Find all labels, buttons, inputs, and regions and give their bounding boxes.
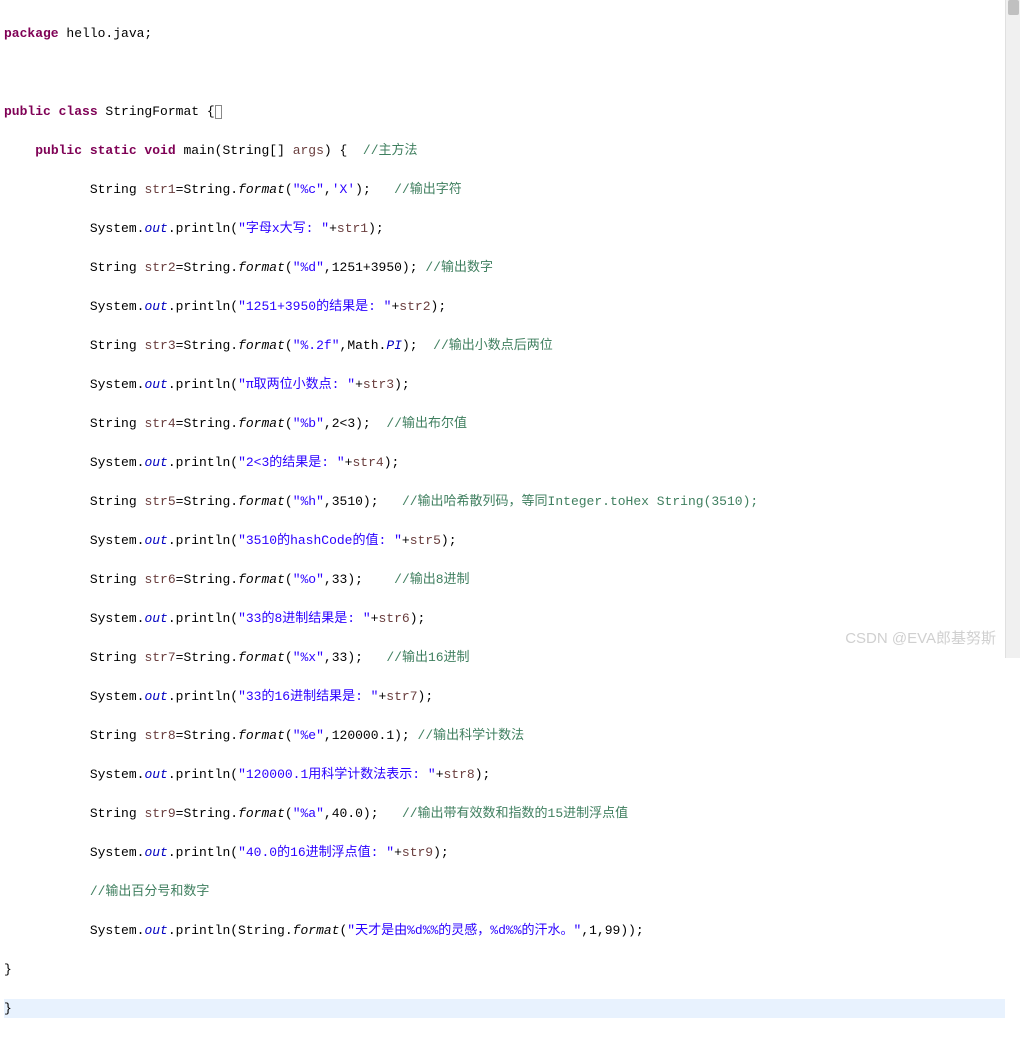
scrollbar-thumb[interactable] bbox=[1008, 0, 1019, 15]
code-line[interactable]: System.out.println("120000.1用科学计数法表示: "+… bbox=[4, 765, 1005, 785]
code-line[interactable]: String str6=String.format("%o",33); //输出… bbox=[4, 570, 1005, 590]
code-line[interactable]: String str3=String.format("%.2f",Math.PI… bbox=[4, 336, 1005, 356]
code-line[interactable]: String str7=String.format("%x",33); //输出… bbox=[4, 648, 1005, 668]
code-line[interactable]: System.out.println("1251+3950的结果是: "+str… bbox=[4, 297, 1005, 317]
code-line[interactable]: package hello.java; bbox=[4, 24, 1005, 44]
code-line[interactable]: String str4=String.format("%b",2<3); //输… bbox=[4, 414, 1005, 434]
code-line[interactable]: String str8=String.format("%e",120000.1)… bbox=[4, 726, 1005, 746]
code-editor[interactable]: package hello.java; public class StringF… bbox=[0, 0, 1005, 1042]
code-line[interactable]: public static void main(String[] args) {… bbox=[4, 141, 1005, 161]
code-line[interactable]: System.out.println("π取两位小数点: "+str3); bbox=[4, 375, 1005, 395]
code-line[interactable]: String str5=String.format("%h",3510); //… bbox=[4, 492, 1005, 512]
code-line[interactable]: } bbox=[4, 960, 1005, 980]
code-line[interactable]: System.out.println("33的16进制结果是: "+str7); bbox=[4, 687, 1005, 707]
code-line[interactable]: System.out.println("2<3的结果是: "+str4); bbox=[4, 453, 1005, 473]
code-line[interactable]: System.out.println("33的8进制结果是: "+str6); bbox=[4, 609, 1005, 629]
code-line[interactable]: String str1=String.format("%c",'X'); //输… bbox=[4, 180, 1005, 200]
code-line-current[interactable]: } bbox=[4, 999, 1005, 1019]
vertical-scrollbar[interactable] bbox=[1005, 0, 1020, 658]
code-line[interactable]: String str2=String.format("%d",1251+3950… bbox=[4, 258, 1005, 278]
code-line[interactable]: System.out.println("40.0的16进制浮点值: "+str9… bbox=[4, 843, 1005, 863]
code-line[interactable]: //输出百分号和数字 bbox=[4, 882, 1005, 902]
code-line[interactable]: String str9=String.format("%a",40.0); //… bbox=[4, 804, 1005, 824]
code-line[interactable]: System.out.println("3510的hashCode的值: "+s… bbox=[4, 531, 1005, 551]
code-line[interactable]: System.out.println("字母x大写: "+str1); bbox=[4, 219, 1005, 239]
code-line[interactable]: System.out.println(String.format("天才是由%d… bbox=[4, 921, 1005, 941]
code-line[interactable] bbox=[4, 63, 1005, 83]
code-line[interactable]: public class StringFormat { bbox=[4, 102, 1005, 122]
watermark-text: CSDN @EVA郎基努斯 bbox=[845, 628, 996, 651]
cursor-highlight bbox=[215, 105, 222, 119]
